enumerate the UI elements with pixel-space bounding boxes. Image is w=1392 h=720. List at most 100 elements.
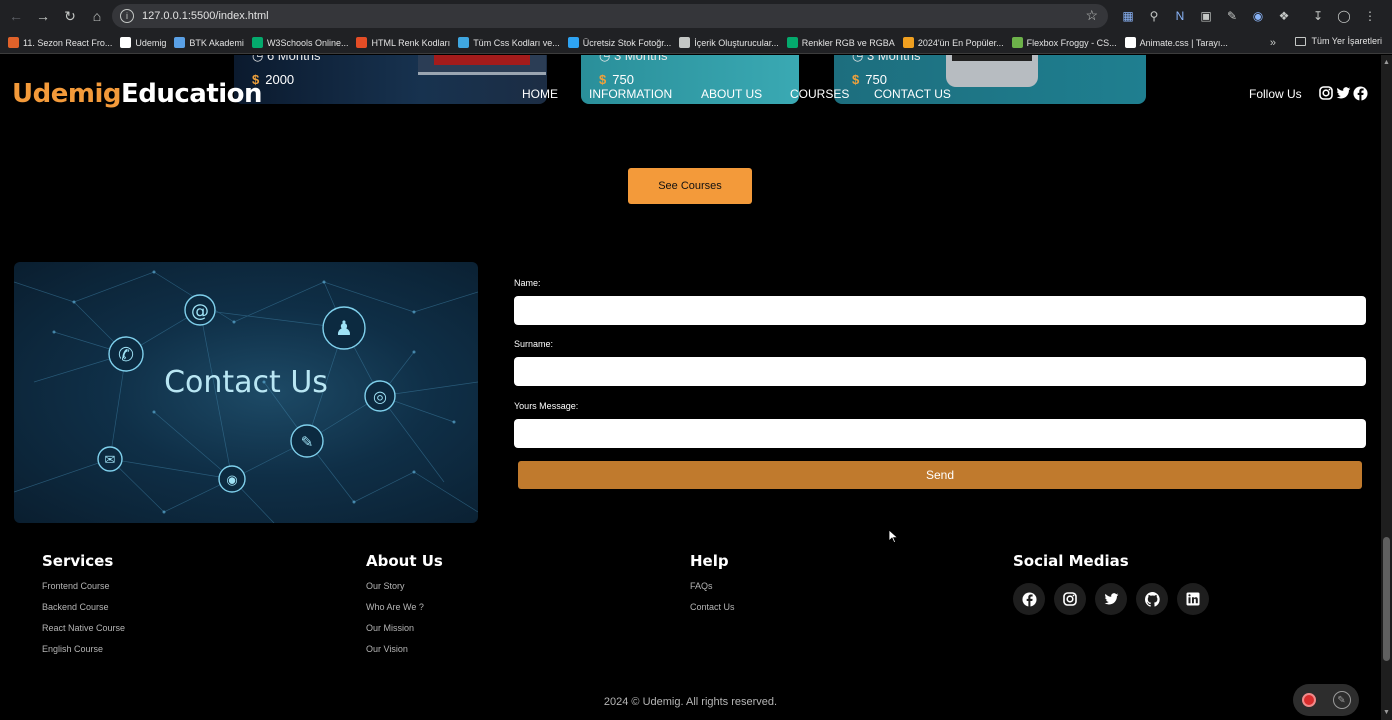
footer-link[interactable]: Who Are We ? [366,601,443,622]
extension-box-icon[interactable]: ▣ [1196,6,1216,26]
extension-n-icon[interactable]: N [1170,6,1190,26]
pen-icon[interactable]: ✎ [1332,691,1351,709]
footer-services-title: Services [42,552,114,570]
bookmark-item[interactable]: Tüm Css Kodları ve... [458,37,560,48]
profile-avatar-icon[interactable]: ◯ [1334,6,1354,26]
message-field[interactable] [514,419,1366,448]
instagram-icon[interactable] [1054,583,1086,615]
instagram-icon[interactable] [1318,85,1334,101]
site-info-icon[interactable]: i [120,9,134,23]
forward-icon[interactable]: → [30,3,56,29]
pen-extension-icon[interactable]: ✎ [1222,6,1242,26]
scroll-thumb[interactable] [1383,537,1390,661]
price-value: 750 [612,72,634,87]
follow-us-label: Follow Us [1249,87,1302,101]
bookmark-item[interactable]: Ücretsiz Stok Fotoğr... [567,37,671,48]
nav-contact-us[interactable]: CONTACT US [874,87,951,101]
footer-help: Help FAQs Contact Us [690,552,735,622]
footer-link[interactable]: English Course [42,643,125,664]
name-label: Name: [514,278,541,288]
download-icon[interactable]: ↧ [1308,6,1328,26]
bookmark-favicon-icon [786,37,798,48]
bookmark-item[interactable]: W3Schools Online... [251,37,349,48]
dollar-icon: $ [599,72,607,87]
bookmark-item[interactable]: BTK Akademi [174,37,244,48]
bookmark-label: BTK Akademi [189,37,244,48]
nav-information[interactable]: INFORMATION [589,87,672,101]
bookmark-item[interactable]: Flexbox Froggy - CS... [1011,37,1117,48]
footer-link[interactable]: Backend Course [42,601,125,622]
svg-text:✎: ✎ [301,433,314,451]
translate-icon[interactable]: ▦ [1118,6,1138,26]
bookmark-label: Flexbox Froggy - CS... [1026,37,1117,48]
nav-courses[interactable]: COURSES [790,87,849,101]
bookmark-item[interactable]: Udemig [120,37,166,48]
surname-field[interactable] [514,357,1366,386]
bookmark-star-icon[interactable]: ☆ [1085,7,1098,24]
twitter-icon[interactable] [1095,583,1127,615]
bookmark-item[interactable]: HTML Renk Kodları [356,37,450,48]
footer-about-title: About Us [366,552,443,570]
bookmark-favicon-icon [356,37,368,48]
extensions: ▦ ⚲ N ▣ ✎ ◉ ❖ ↧ ◯ ⋮ [1118,6,1380,26]
footer-link[interactable]: Frontend Course [42,580,125,601]
recorder-widget[interactable]: ✎ [1293,684,1359,716]
card-price: $750 [599,72,634,87]
bookmark-label: W3Schools Online... [266,37,349,48]
puzzle-icon[interactable]: ❖ [1274,6,1294,26]
facebook-icon[interactable] [1013,583,1045,615]
bookmark-item[interactable]: Animate.css | Tarayı... [1124,37,1228,48]
reload-icon[interactable]: ↻ [57,3,83,29]
footer-link[interactable]: Our Mission [366,622,443,643]
page-content: ◷ 6 Months $2000 ◷ 3 Months $750 ◷ 3 Mon… [0,55,1381,720]
social-icons-row [1013,583,1209,615]
all-bookmarks-folder[interactable]: Tüm Yer İşaretleri [1295,36,1382,46]
page-scrollbar[interactable]: ▲ ▼ [1381,55,1392,720]
bookmark-label: Udemig [135,37,167,48]
brand-logo[interactable]: UdemigEducation [12,79,263,109]
footer-link[interactable]: Our Story [366,580,443,601]
extension-blue-icon[interactable]: ◉ [1248,6,1268,26]
nav-home[interactable]: HOME [522,87,558,101]
facebook-icon[interactable] [1352,85,1368,101]
footer-link[interactable]: React Native Course [42,622,125,643]
contact-us-image: ✆ @ ♟ ◎ ✎ ✉ ◉ Contact Us [14,262,478,523]
clock-icon: ◷ [599,55,614,63]
bookmark-label: 11. Sezon React Fro... [23,37,113,48]
message-label: Yours Message: [514,401,579,411]
bookmark-item[interactable]: Renkler RGB ve RGBA [786,37,895,48]
address-bar[interactable]: i 127.0.0.1:5500/index.html ☆ [112,4,1108,28]
name-field[interactable] [514,296,1366,325]
bookmark-label: 2024'ün En Popüler... [917,37,1004,48]
home-icon[interactable]: ⌂ [84,3,110,29]
back-icon[interactable]: ← [3,3,29,29]
duration-text: 3 Months [866,55,921,63]
see-courses-button[interactable]: See Courses [628,168,752,204]
linkedin-icon[interactable] [1177,583,1209,615]
course-card[interactable]: ◷ 6 Months $2000 [234,55,547,104]
bookmark-item[interactable]: 2024'ün En Popüler... [902,37,1004,48]
nav-about-us[interactable]: ABOUT US [701,87,762,101]
bookmark-item[interactable]: İçerik Oluşturucular... [679,37,779,48]
footer-link[interactable]: Contact Us [690,601,735,622]
bookmark-item[interactable]: 11. Sezon React Fro... [8,37,112,48]
twitter-icon[interactable] [1335,85,1351,101]
footer-link[interactable]: FAQs [690,580,735,601]
menu-dots-icon[interactable]: ⋮ [1360,6,1380,26]
brand-part1: Udemig [12,79,121,109]
github-icon[interactable] [1136,583,1168,615]
record-icon[interactable] [1301,693,1316,707]
scroll-up-icon[interactable]: ▲ [1383,59,1390,66]
contact-image-title: Contact Us [164,365,328,400]
clock-icon: ◷ [252,55,267,63]
browser-toolbar: ← → ↻ ⌂ i 127.0.0.1:5500/index.html ☆ ▦ … [0,0,1392,32]
footer-link[interactable]: Our Vision [366,643,443,664]
bookmarks-more-icon[interactable]: » [1270,37,1276,49]
svg-text:◉: ◉ [226,473,237,488]
bookmark-label: Animate.css | Tarayı... [1139,37,1228,48]
footer-social: Social Medias [1013,552,1129,580]
send-button[interactable]: Send [518,461,1362,489]
scroll-down-icon[interactable]: ▼ [1383,709,1390,716]
zoom-icon[interactable]: ⚲ [1144,6,1164,26]
svg-text:@: @ [191,301,209,322]
